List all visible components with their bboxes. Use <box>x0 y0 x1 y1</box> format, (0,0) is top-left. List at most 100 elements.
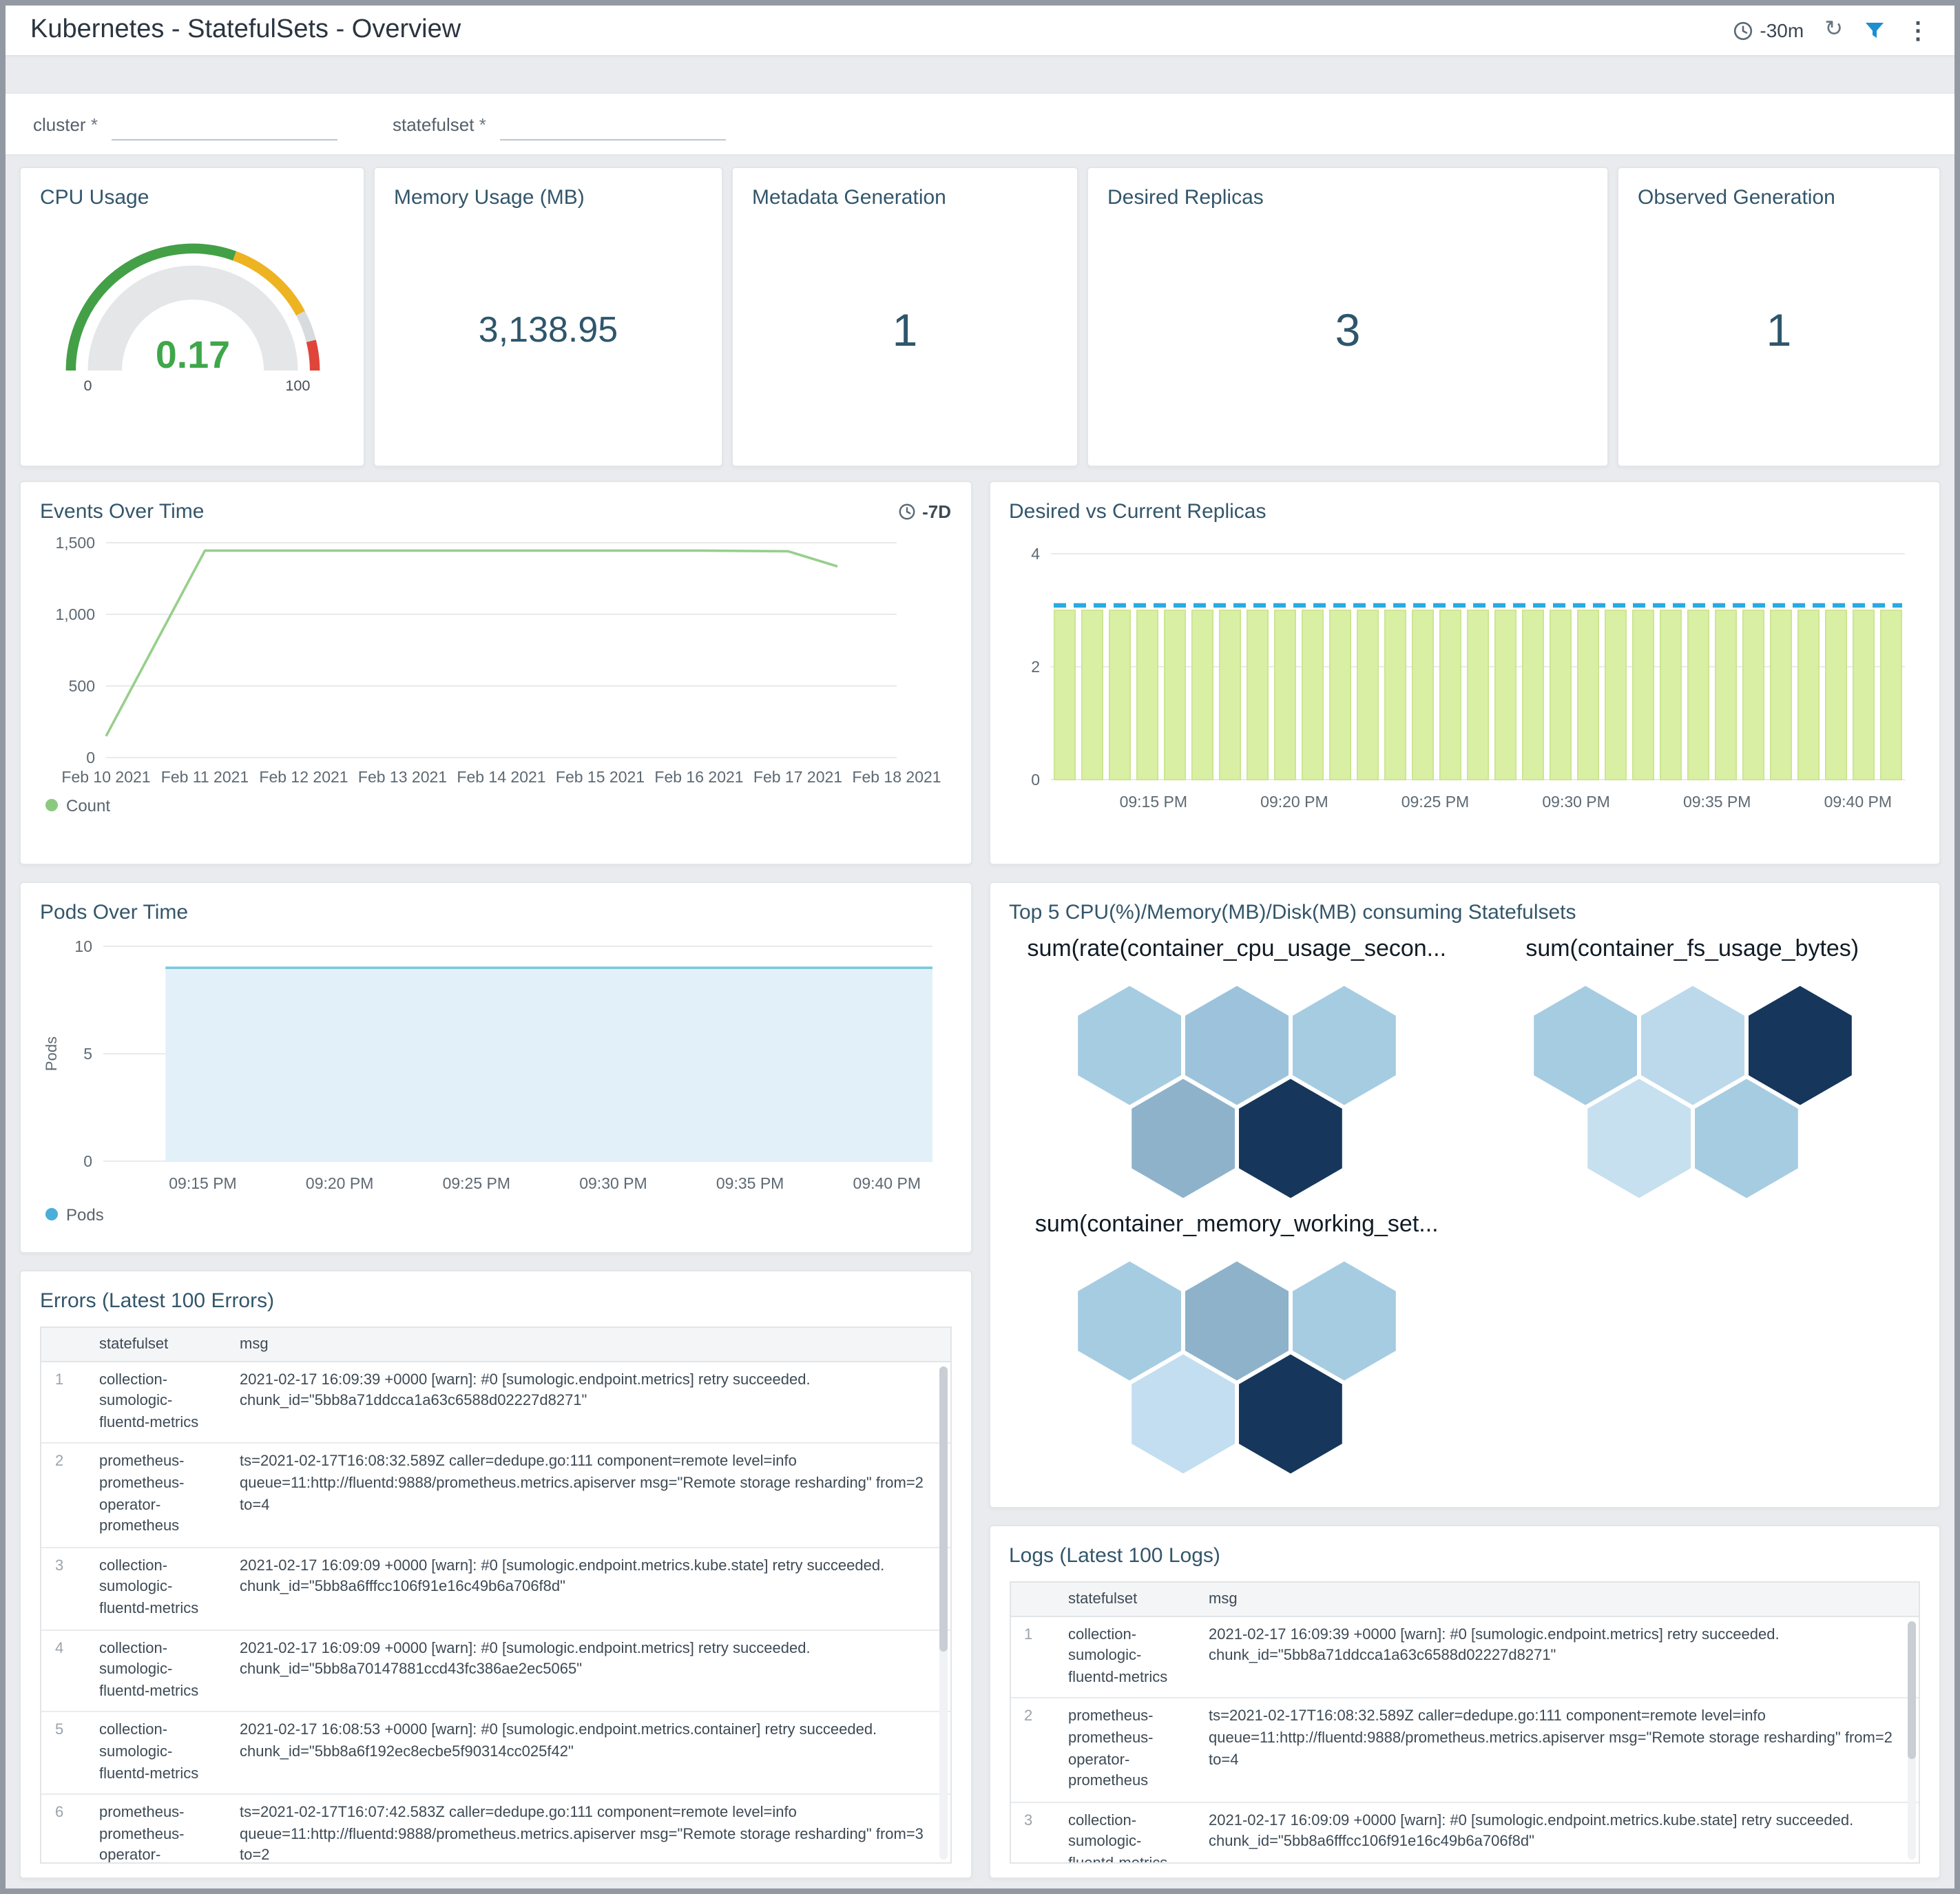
legend-dot <box>45 1208 58 1220</box>
logs-table: statefulset msg 1 collection-sumologic-fl… <box>1009 1581 1920 1863</box>
row-statefulset: prometheus-prometheus-operator-prometheu… <box>99 1804 185 1863</box>
gauge-max-label: 100 <box>284 376 309 393</box>
panel-errors: Errors (Latest 100 Errors) statefulset m… <box>19 1270 972 1879</box>
replicas-bar-chart: 4 2 0 09:15 PM 09:20 PM 09:25 PM 09:30 PM 09:35… <box>1030 544 1904 810</box>
cpu-gauge: 0.17 0 100 <box>65 242 320 393</box>
time-range-label: -30m <box>1760 19 1804 41</box>
stat-value: 3 <box>1335 304 1361 355</box>
svg-text:09:30 PM: 09:30 PM <box>579 1174 647 1191</box>
row-msg: 2021-02-17 16:09:09 +0000 [warn]: #0 [su… <box>240 1557 885 1596</box>
row-msg: ts=2021-02-17T16:08:32.589Z caller=dedup… <box>1209 1708 1893 1769</box>
required-asterisk: * <box>479 114 486 134</box>
row-number: 2 <box>1024 1708 1033 1725</box>
gauge-value: 0.17 <box>155 333 229 375</box>
dashboard-columns: Events Over Time -7D 1,500 1,000 500 0 Feb 1… <box>19 481 1941 1879</box>
table-header: statefulset msg <box>1010 1582 1919 1616</box>
panel-title: Observed Generation <box>1638 186 1835 209</box>
svg-text:Feb 15 2021: Feb 15 2021 <box>556 767 645 785</box>
row-number: 6 <box>55 1804 64 1822</box>
panel-top5-consumers: Top 5 CPU(%)/Memory(MB)/Disk(MB) consumi… <box>988 882 1941 1508</box>
table-row: 5 collection-sumologic-fluentd-metrics 202… <box>41 1711 950 1794</box>
svg-text:Pods: Pods <box>43 1036 60 1070</box>
clock-icon <box>1733 21 1752 40</box>
panel-title: Desired Replicas <box>1107 186 1264 209</box>
panel-title: Memory Usage (MB) <box>394 186 585 209</box>
header-msg: msg <box>240 1335 269 1352</box>
svg-text:0: 0 <box>86 748 95 766</box>
table-row: 3 collection-sumologic-fluentd-metrics 202… <box>1010 1801 1919 1862</box>
panel-desired-replicas: Desired Replicas 3 <box>1087 167 1609 467</box>
stat-value: 1 <box>892 304 918 355</box>
svg-text:Feb 18 2021: Feb 18 2021 <box>852 767 941 785</box>
table-row: 3 collection-sumologic-fluentd-metrics 202… <box>41 1546 950 1630</box>
chart-legend: Count <box>40 795 951 815</box>
panel-title: CPU Usage <box>40 186 149 209</box>
header-msg: msg <box>1209 1590 1238 1607</box>
panel-title: Errors (Latest 100 Errors) <box>40 1289 275 1313</box>
clock-icon <box>898 504 915 520</box>
scrollbar[interactable] <box>1908 1621 1916 1859</box>
svg-text:0: 0 <box>1030 770 1039 788</box>
table-row: 1 collection-sumologic-fluentd-metrics 202… <box>41 1362 950 1443</box>
honeycomb-chart-memory <box>1073 1256 1400 1478</box>
dashboard-root: Kubernetes - StatefulSets - Overview -30… <box>0 0 1960 1894</box>
row-statefulset: collection-sumologic-fluentd-metrics <box>99 1722 199 1782</box>
honeycomb-groups: sum(rate(container_cpu_usage_secon... su… <box>1009 935 1920 1486</box>
panel-time-range[interactable]: -7D <box>897 502 951 523</box>
table-row: 1 collection-sumologic-fluentd-metrics 202… <box>1010 1616 1919 1698</box>
statefulset-filter-input[interactable] <box>499 108 726 140</box>
filter-label-text: statefulset <box>392 114 475 134</box>
svg-text:Feb 17 2021: Feb 17 2021 <box>753 767 842 785</box>
refresh-icon[interactable]: ↻ <box>1824 19 1843 41</box>
left-column: Events Over Time -7D 1,500 1,000 500 0 Feb 1… <box>19 481 972 1879</box>
row-msg: 2021-02-17 16:08:53 +0000 [warn]: #0 [su… <box>240 1722 877 1761</box>
row-statefulset: collection-sumologic-fluentd-metrics <box>99 1557 199 1617</box>
row-msg: 2021-02-17 16:09:09 +0000 [warn]: #0 [su… <box>1209 1812 1854 1851</box>
row-statefulset: collection-sumologic-fluentd-metrics <box>99 1640 199 1700</box>
panel-title: Metadata Generation <box>752 186 946 209</box>
svg-text:09:40 PM: 09:40 PM <box>853 1174 921 1191</box>
table-row: 6 prometheus-prometheus-operator-promethe… <box>41 1793 950 1863</box>
panel-title: Logs (Latest 100 Logs) <box>1009 1544 1220 1568</box>
honeycomb-title: sum(rate(container_cpu_usage_secon... <box>1027 935 1447 961</box>
svg-text:Feb 13 2021: Feb 13 2021 <box>358 767 447 785</box>
gauge-min-label: 0 <box>83 376 92 393</box>
row-statefulset: collection-sumologic-fluentd-metrics <box>1068 1812 1167 1862</box>
svg-text:09:25 PM: 09:25 PM <box>443 1174 510 1191</box>
svg-text:Feb 11 2021: Feb 11 2021 <box>161 767 249 785</box>
svg-text:4: 4 <box>1030 544 1039 562</box>
svg-text:Feb 16 2021: Feb 16 2021 <box>654 767 743 785</box>
events-line-chart: 1,500 1,000 500 0Feb 10 2021 Feb 11 2021 Feb … <box>55 533 941 785</box>
scrollbar[interactable] <box>939 1366 947 1859</box>
legend-label: Count <box>66 795 111 815</box>
row-number: 1 <box>55 1371 64 1388</box>
filter-icon[interactable] <box>1864 19 1886 41</box>
pods-area-chart: 10 5 0 Pods 09:15 PM 09:20 PM 09:25 PM 09:30 PM… <box>43 937 932 1191</box>
svg-text:09:35 PM: 09:35 PM <box>1682 792 1750 810</box>
time-range-control[interactable]: -30m <box>1732 19 1804 41</box>
honeycomb-title: sum(container_memory_working_set... <box>1034 1210 1439 1236</box>
panel-memory-usage: Memory Usage (MB) 3,138.95 <box>373 167 723 467</box>
svg-text:Feb 12 2021: Feb 12 2021 <box>259 767 348 785</box>
svg-text:0: 0 <box>83 1152 92 1169</box>
panel-pods-over-time: Pods Over Time 10 5 0 Pods 09:15 PM 09:20 PM 0… <box>19 882 972 1253</box>
honeycomb-memory: sum(container_memory_working_set... <box>1009 1210 1465 1480</box>
svg-text:09:35 PM: 09:35 PM <box>716 1174 784 1191</box>
row-number: 3 <box>1024 1812 1033 1829</box>
cluster-filter-input[interactable] <box>111 108 337 140</box>
svg-text:09:20 PM: 09:20 PM <box>1260 792 1327 810</box>
page-title: Kubernetes - StatefulSets - Overview <box>30 15 461 44</box>
panel-events-over-time: Events Over Time -7D 1,500 1,000 500 0 Feb 1… <box>19 481 972 865</box>
errors-table: statefulset msg 1 collection-sumologic-fl… <box>40 1326 951 1863</box>
panel-logs: Logs (Latest 100 Logs) statefulset msg 1… <box>988 1525 1941 1879</box>
panel-title: Pods Over Time <box>40 901 189 924</box>
scrollbar-thumb[interactable] <box>939 1366 947 1652</box>
svg-text:09:30 PM: 09:30 PM <box>1541 792 1609 810</box>
scrollbar-thumb[interactable] <box>1908 1621 1916 1759</box>
kebab-menu-icon[interactable]: ⋮ <box>1906 19 1930 42</box>
row-number: 5 <box>55 1722 64 1739</box>
svg-text:5: 5 <box>83 1044 92 1062</box>
panel-title: Events Over Time <box>40 500 205 523</box>
row-number: 1 <box>1024 1626 1033 1643</box>
table-header: statefulset msg <box>41 1327 950 1362</box>
